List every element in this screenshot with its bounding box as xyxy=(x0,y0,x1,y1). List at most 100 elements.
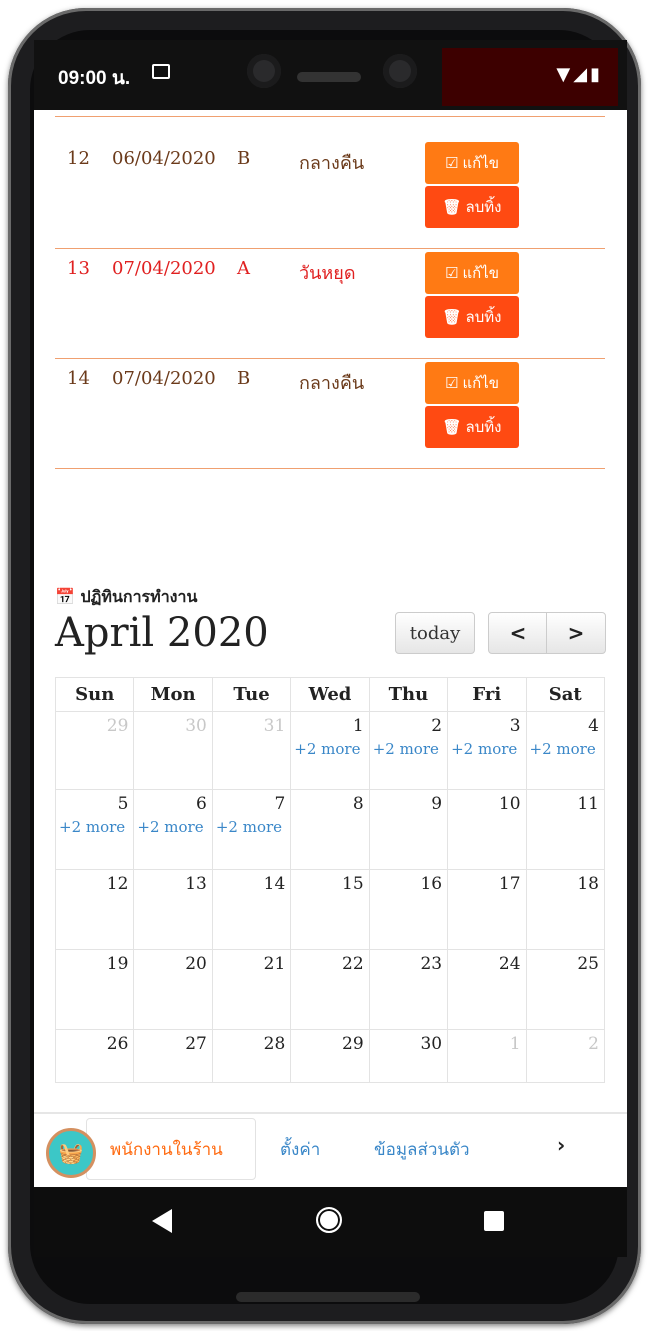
app-screen: 1106/04/2020Aวันหยุด☑แก้ไข🗑ลบทิ้ง1206/04… xyxy=(34,40,627,1187)
delete-button[interactable]: 🗑ลบทิ้ง xyxy=(425,406,519,448)
calendar-day-cell[interactable]: 11 xyxy=(525,789,606,870)
today-button[interactable]: today xyxy=(395,612,475,654)
row-number: 13 xyxy=(67,258,90,279)
day-number: 12 xyxy=(106,874,129,894)
more-events-link[interactable]: +2 more xyxy=(530,740,599,758)
delete-button-label: ลบทิ้ง xyxy=(465,308,502,326)
tab-staff[interactable]: พนักงานในร้าน xyxy=(110,1136,223,1163)
calendar-weekday-row: Sun Mon Tue Wed Thu Fri Sat xyxy=(54,677,606,712)
delete-button-label: ลบทิ้ง xyxy=(465,198,502,216)
day-number: 21 xyxy=(263,954,286,974)
more-events-link[interactable]: +2 more xyxy=(216,818,285,836)
day-number: 29 xyxy=(106,716,129,736)
day-number: 15 xyxy=(342,874,364,894)
day-number: 10 xyxy=(498,794,521,814)
edit-button[interactable]: ☑แก้ไข xyxy=(425,252,519,294)
calendar-day-cell[interactable]: 24 xyxy=(447,949,527,1030)
more-events-link[interactable]: +2 more xyxy=(59,818,128,836)
calendar-day-cell[interactable]: 17 xyxy=(447,869,527,950)
more-events-link[interactable]: +2 more xyxy=(137,818,206,836)
calendar-day-cell[interactable]: 29 xyxy=(54,711,135,790)
calendar-day-cell[interactable]: 29 xyxy=(290,1029,370,1083)
calendar-day-cell[interactable]: 8 xyxy=(290,789,370,870)
calendar-day-cell[interactable]: 23 xyxy=(368,949,449,1030)
row-date: 07/04/2020 xyxy=(112,258,216,279)
day-number: 1 xyxy=(352,716,364,736)
calendar-day-cell[interactable]: 12 xyxy=(54,869,135,950)
weekday-header: Sun xyxy=(54,677,135,712)
calendar-day-cell[interactable]: 30 xyxy=(133,711,213,790)
calendar-day-cell[interactable]: 1 +2 more xyxy=(290,711,370,790)
row-shift: B xyxy=(237,148,251,169)
calendar-day-cell[interactable]: 30 xyxy=(368,1029,449,1083)
calendar-day-cell[interactable]: 4 +2 more xyxy=(525,711,606,790)
day-number: 7 xyxy=(274,794,286,814)
day-number: 1 xyxy=(509,1034,521,1054)
calendar-day-cell[interactable]: 7 +2 more xyxy=(211,789,292,870)
calendar-day-cell[interactable]: 1 xyxy=(447,1029,527,1083)
calendar-day-cell[interactable]: 13 xyxy=(133,869,213,950)
calendar-day-cell[interactable]: 22 xyxy=(290,949,370,1030)
calendar-day-cell[interactable]: 3 +2 more xyxy=(447,711,527,790)
day-number: 18 xyxy=(577,874,599,894)
calendar-day-cell[interactable]: 28 xyxy=(211,1029,292,1083)
basket-button[interactable]: 🧺 xyxy=(46,1128,96,1178)
weekday-header: Mon xyxy=(133,677,213,712)
calendar-day-cell[interactable]: 15 xyxy=(290,869,370,950)
calendar-day-cell[interactable]: 2 +2 more xyxy=(368,711,449,790)
calendar-day-cell[interactable]: 5 +2 more xyxy=(54,789,135,870)
calendar-day-cell[interactable]: 9 xyxy=(368,789,449,870)
edit-icon: ☑ xyxy=(444,154,459,172)
day-number: 19 xyxy=(106,954,129,974)
row-date: 06/04/2020 xyxy=(112,148,216,169)
edit-icon: ☑ xyxy=(444,374,459,392)
day-number: 23 xyxy=(420,954,443,974)
calendar-day-cell[interactable]: 10 xyxy=(447,789,527,870)
row-shift: A xyxy=(237,258,250,279)
status-time: 09:00 น. xyxy=(58,68,131,89)
shift-row: 12 06/04/2020 B กลางคืน ☑ แก้ไข 🗑 ลบทิ้ง xyxy=(55,138,605,249)
calendar-day-cell[interactable]: 31 xyxy=(211,711,292,790)
day-number: 26 xyxy=(106,1034,129,1054)
edit-button[interactable]: ☑แก้ไข xyxy=(425,362,519,404)
tab-profile[interactable]: ข้อมูลส่วนตัว xyxy=(374,1136,470,1163)
weekday-header: Wed xyxy=(290,677,370,712)
calendar-day-cell[interactable]: 6 +2 more xyxy=(133,789,213,870)
calendar-day-cell[interactable]: 18 xyxy=(525,869,606,950)
calendar-week-row: 12 13 14 15 16 17 18 xyxy=(54,869,606,950)
calendar-day-cell[interactable]: 20 xyxy=(133,949,213,1030)
delete-button[interactable]: 🗑ลบทิ้ง xyxy=(425,296,519,338)
tab-more-chevron-icon[interactable]: › xyxy=(557,1133,565,1157)
calendar-day-cell[interactable]: 25 xyxy=(525,949,606,1030)
row-shift: B xyxy=(237,368,251,389)
calendar-day-cell[interactable]: 21 xyxy=(211,949,292,1030)
calendar-day-cell[interactable]: 2 xyxy=(525,1029,606,1083)
more-events-link[interactable]: +2 more xyxy=(294,740,363,758)
trash-icon: 🗑 xyxy=(442,308,462,326)
calendar-day-cell[interactable]: 16 xyxy=(368,869,449,950)
front-sensor-icon xyxy=(383,54,417,88)
delete-button[interactable]: 🗑ลบทิ้ง xyxy=(425,186,519,228)
day-number: 22 xyxy=(342,954,364,974)
next-month-button[interactable]: > xyxy=(546,612,606,654)
day-number: 4 xyxy=(588,716,599,736)
more-events-link[interactable]: +2 more xyxy=(451,740,520,758)
day-number: 31 xyxy=(263,716,286,736)
tab-settings[interactable]: ตั้งค่า xyxy=(280,1136,320,1163)
edit-button[interactable]: ☑แก้ไข xyxy=(425,142,519,184)
calendar-day-cell[interactable]: 14 xyxy=(211,869,292,950)
day-number: 14 xyxy=(263,874,286,894)
recent-apps-icon[interactable] xyxy=(484,1211,504,1231)
calendar-day-cell[interactable]: 26 xyxy=(54,1029,135,1083)
home-icon[interactable] xyxy=(316,1207,342,1233)
back-icon[interactable] xyxy=(152,1209,172,1233)
edit-icon: ☑ xyxy=(444,264,459,282)
calendar-day-cell[interactable]: 27 xyxy=(133,1029,213,1083)
more-events-link[interactable]: +2 more xyxy=(373,740,442,758)
row-number: 14 xyxy=(67,368,90,389)
android-nav-bar xyxy=(34,1187,627,1257)
calendar-day-cell[interactable]: 19 xyxy=(54,949,135,1030)
prev-month-button[interactable]: < xyxy=(488,612,548,654)
row-date: 07/04/2020 xyxy=(112,368,216,389)
day-number: 13 xyxy=(185,874,207,894)
